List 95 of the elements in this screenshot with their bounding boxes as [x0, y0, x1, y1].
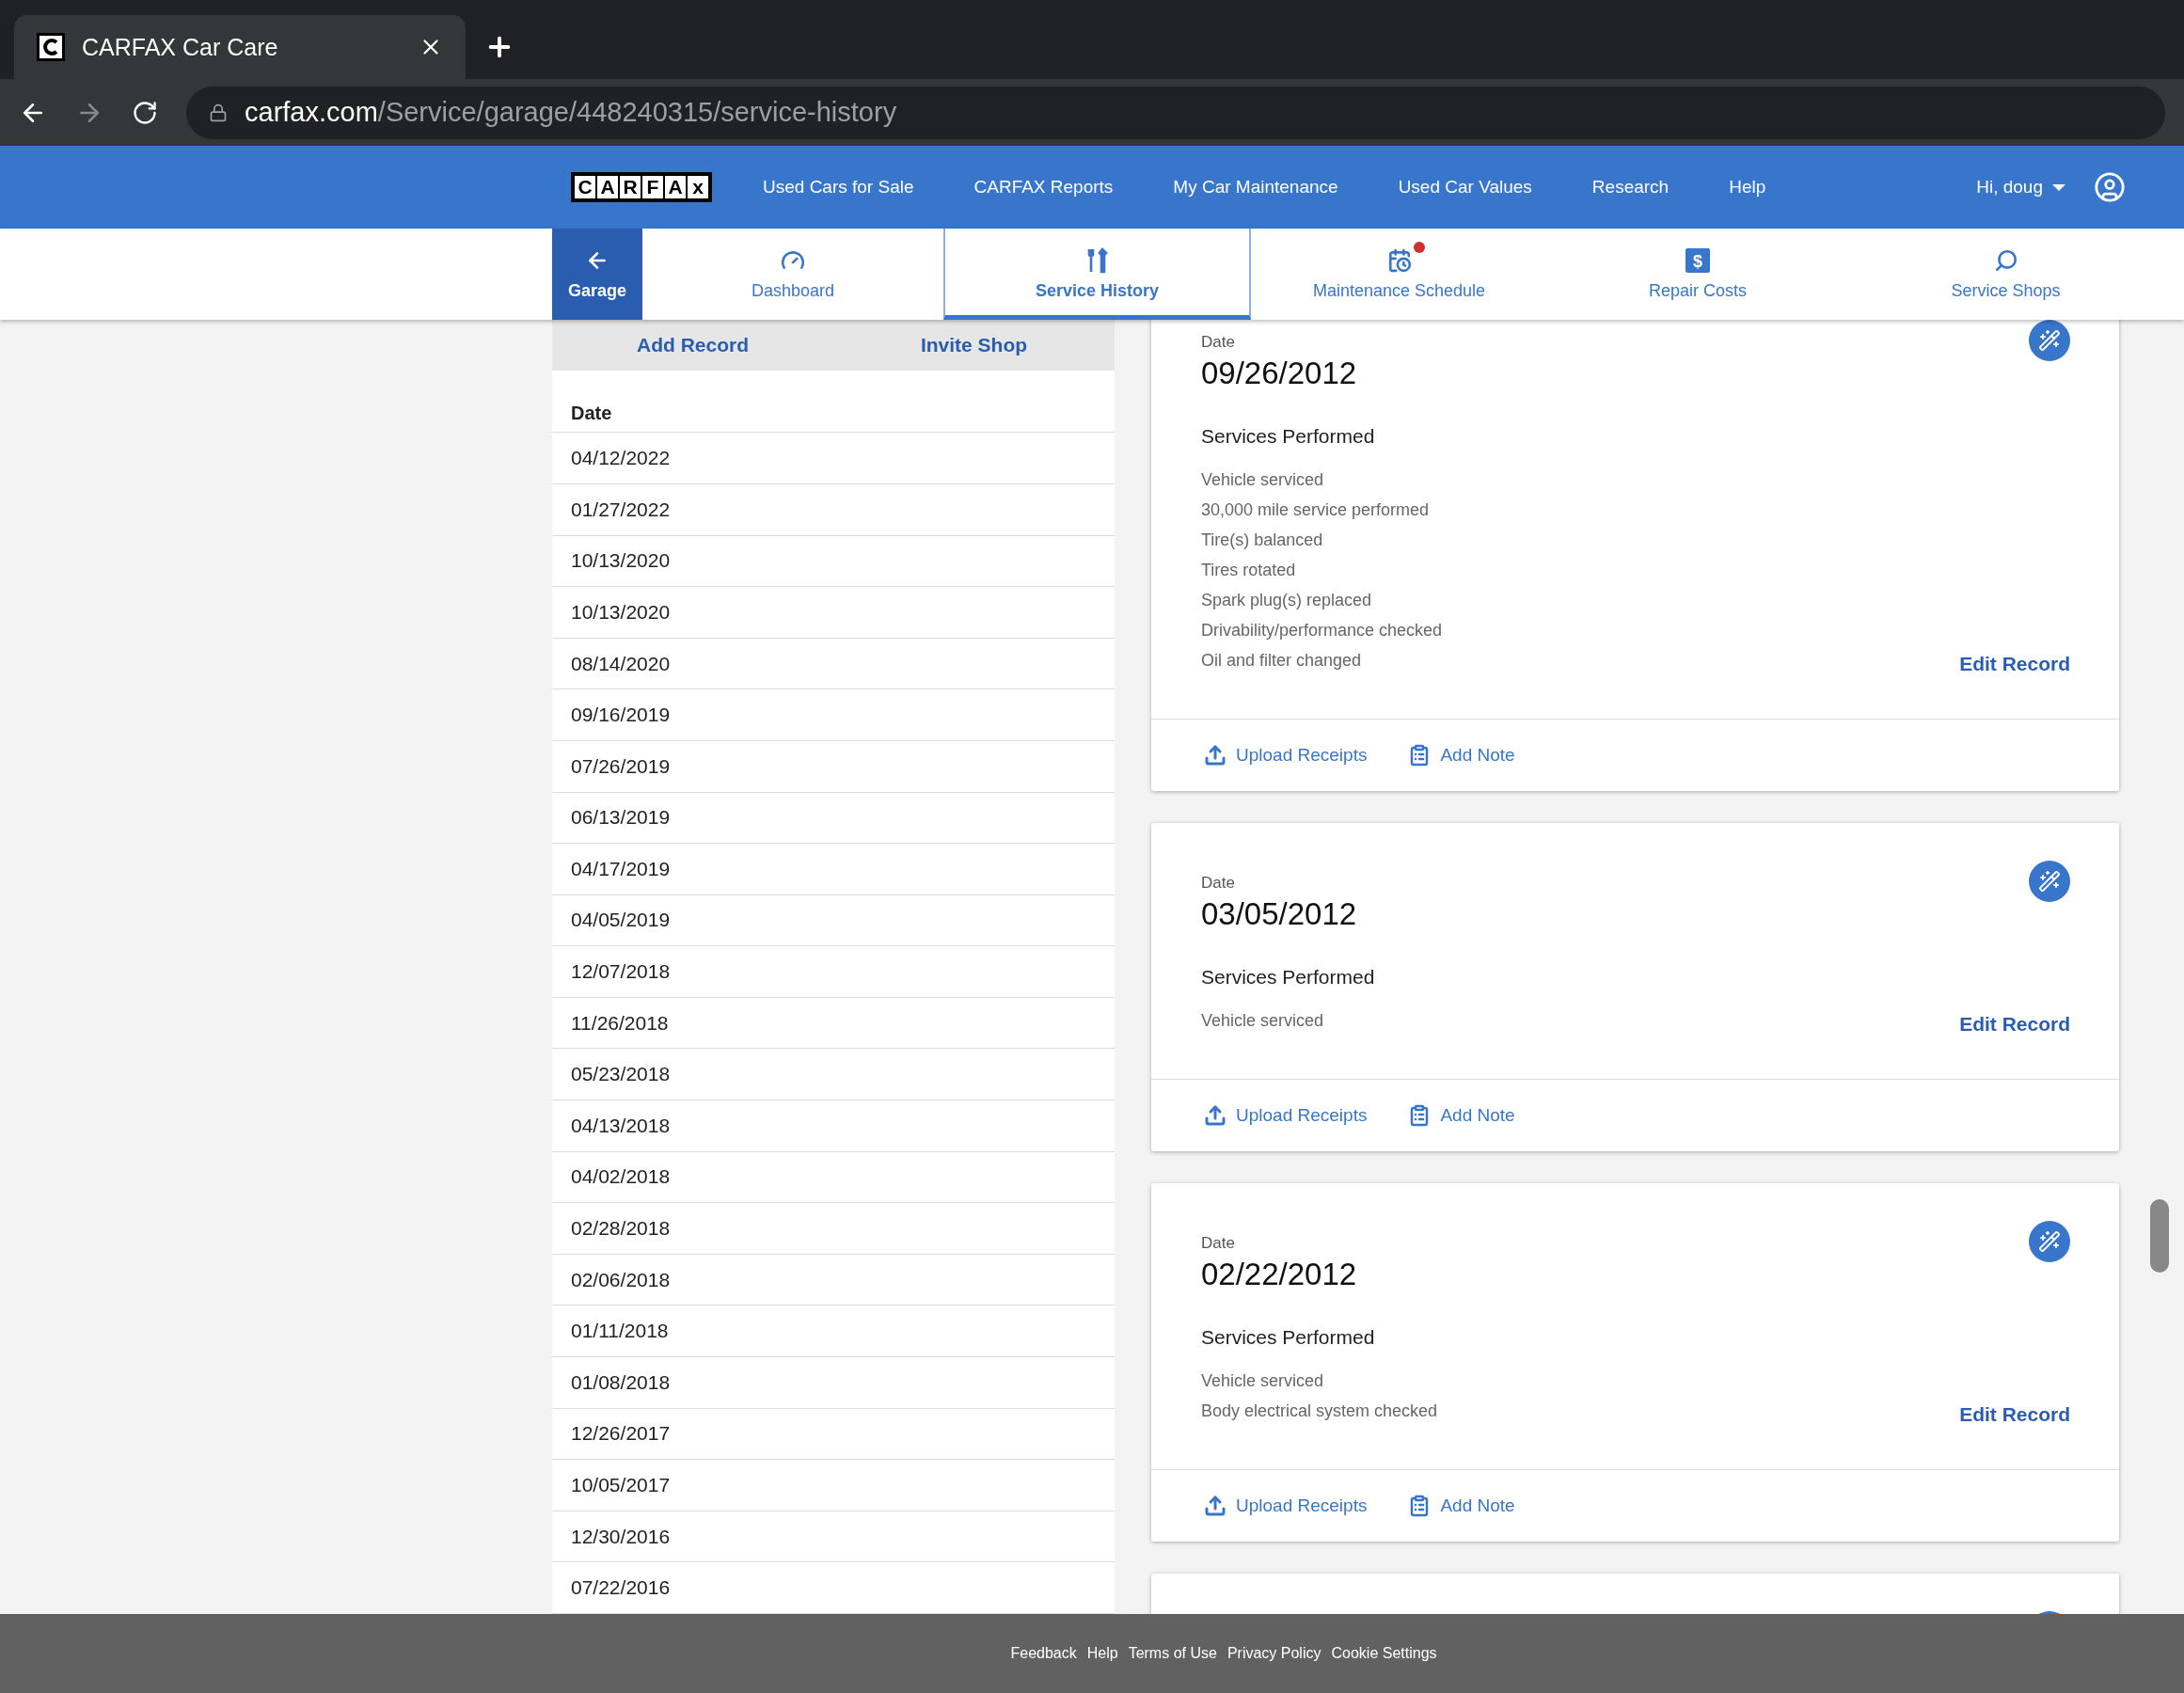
section-tab[interactable]: Service Shops	[1848, 229, 2163, 320]
footer-link[interactable]: Terms of Use	[1128, 1645, 1217, 1662]
edit-wand-button[interactable]	[2029, 1221, 2070, 1262]
service-item: Vehicle serviced	[1201, 1370, 1325, 1392]
garage-back-tab[interactable]: Garage	[552, 229, 642, 320]
notification-dot	[1413, 242, 1425, 253]
edit-record-link[interactable]: Edit Record	[1959, 653, 2070, 675]
footer-link[interactable]: Help	[1086, 1645, 1118, 1662]
date-row[interactable]: 04/17/2019	[552, 844, 1115, 895]
date-row[interactable]: 04/05/2019	[552, 894, 1115, 947]
wand-icon	[2038, 870, 2061, 893]
dollar-icon: $	[1685, 248, 1710, 273]
tab-title: CARFAX Car Care	[82, 33, 279, 61]
footer-link[interactable]: Feedback	[1010, 1645, 1077, 1662]
date-row[interactable]: 12/07/2018	[552, 946, 1115, 998]
service-item: Spark plug(s) replaced	[1201, 590, 1373, 611]
reload-icon[interactable]	[132, 99, 158, 126]
service-item: Tire(s) balanced	[1201, 530, 1324, 551]
date-row[interactable]: 10/13/2020	[552, 535, 1115, 588]
upload-receipts-link[interactable]: Upload Receipts	[1204, 744, 1368, 767]
nav-link[interactable]: CARFAX Reports	[973, 177, 1114, 198]
date-row[interactable]: 06/13/2019	[552, 792, 1115, 845]
add-note-link[interactable]: Add Note	[1408, 1495, 1515, 1517]
record-date: 02/22/2012	[1201, 1257, 1358, 1292]
url-text: carfax.com/Service/garage/448240315/service-history	[245, 97, 897, 128]
services-heading: Services Performed	[1201, 425, 1376, 448]
date-row[interactable]: 10/05/2017	[552, 1460, 1115, 1511]
date-row[interactable]: 04/12/2022	[552, 433, 1115, 484]
service-item: Vehicle serviced	[1201, 469, 1325, 491]
panel-action-button[interactable]: Invite Shop	[833, 320, 1115, 372]
date-row[interactable]: 10/13/2020	[552, 587, 1115, 639]
date-row[interactable]: 07/26/2019	[552, 740, 1115, 793]
footer-link[interactable]: Privacy Policy	[1227, 1645, 1321, 1662]
date-label: Date	[1201, 1234, 1235, 1253]
wand-icon	[2038, 329, 2061, 352]
upload-icon	[1204, 744, 1227, 767]
scrollbar-thumb[interactable]	[2150, 1199, 2169, 1273]
services-heading: Services Performed	[1201, 1326, 1376, 1349]
edit-wand-button[interactable]	[2029, 861, 2070, 902]
edit-wand-button[interactable]	[2029, 320, 2070, 361]
upload-receipts-link[interactable]: Upload Receipts	[1204, 1104, 1368, 1127]
service-item: Tires rotated	[1201, 560, 1297, 581]
date-row[interactable]: 04/13/2018	[552, 1100, 1115, 1152]
date-row[interactable]: 01/11/2018	[552, 1305, 1115, 1358]
edit-record-link[interactable]: Edit Record	[1959, 1013, 2070, 1036]
date-row[interactable]: 01/08/2018	[552, 1357, 1115, 1409]
section-tab[interactable]: Maintenance Schedule	[1251, 229, 1547, 320]
date-row[interactable]: 11/26/2018	[552, 997, 1115, 1050]
upload-receipts-link[interactable]: Upload Receipts	[1204, 1495, 1368, 1517]
nav-link[interactable]: Used Cars for Sale	[763, 177, 914, 198]
section-tab[interactable]: Service History	[943, 229, 1251, 320]
section-tab[interactable]: $ Repair Costs	[1547, 229, 1848, 320]
user-avatar-icon[interactable]	[2094, 171, 2126, 203]
date-row[interactable]: 02/28/2018	[552, 1203, 1115, 1255]
nav-link[interactable]: My Car Maintenance	[1173, 177, 1338, 198]
date-label: Date	[1201, 333, 1235, 352]
carfax-logo[interactable]: C A R F A x	[571, 172, 712, 202]
date-row[interactable]: 02/06/2018	[552, 1254, 1115, 1306]
wand-icon	[2038, 1230, 2061, 1253]
search-icon	[1993, 248, 2018, 273]
date-row[interactable]: 04/02/2018	[552, 1151, 1115, 1204]
date-row[interactable]: 09/16/2019	[552, 689, 1115, 741]
service-item: Vehicle serviced	[1201, 1010, 1324, 1032]
date-row[interactable]: 08/14/2020	[552, 638, 1115, 690]
record-date: 03/05/2012	[1201, 896, 1358, 932]
service-item: 30,000 mile service performed	[1201, 499, 1431, 521]
upload-icon	[1204, 1495, 1227, 1517]
favicon-icon	[37, 33, 65, 61]
date-row[interactable]: 01/27/2022	[552, 483, 1115, 536]
services-heading: Services Performed	[1201, 966, 1376, 989]
service-item: Oil and filter changed	[1201, 650, 1363, 672]
nav-link[interactable]: Help	[1729, 177, 1766, 198]
service-item: Drivability/performance checked	[1201, 620, 1443, 641]
nav-link[interactable]: Used Car Values	[1398, 177, 1532, 198]
upload-icon	[1204, 1104, 1227, 1127]
date-row[interactable]: 12/30/2016	[552, 1511, 1115, 1563]
date-label: Date	[1201, 874, 1235, 893]
section-tab[interactable]: Dashboard	[642, 229, 943, 320]
calendar-clock-icon	[1386, 248, 1412, 273]
lock-icon	[209, 103, 228, 122]
add-note-link[interactable]: Add Note	[1408, 1104, 1515, 1127]
tools-icon	[1085, 247, 1109, 274]
add-note-link[interactable]: Add Note	[1408, 744, 1515, 767]
record-date: 09/26/2012	[1201, 356, 1358, 391]
panel-action-button[interactable]: Add Record	[552, 320, 833, 372]
date-row[interactable]: 05/23/2018	[552, 1049, 1115, 1101]
browser-tab[interactable]: CARFAX Car Care	[14, 15, 466, 79]
footer-link[interactable]: Cookie Settings	[1331, 1645, 1437, 1662]
date-row[interactable]: 12/26/2017	[552, 1408, 1115, 1461]
address-bar[interactable]: carfax.com/Service/garage/448240315/service-history	[186, 86, 2165, 139]
column-header: Date	[552, 371, 1115, 434]
service-item: Body electrical system checked	[1201, 1400, 1438, 1422]
nav-link[interactable]: Research	[1591, 177, 1670, 198]
edit-record-link[interactable]: Edit Record	[1959, 1403, 2070, 1426]
user-menu[interactable]: Hi, doug	[1976, 177, 2065, 198]
